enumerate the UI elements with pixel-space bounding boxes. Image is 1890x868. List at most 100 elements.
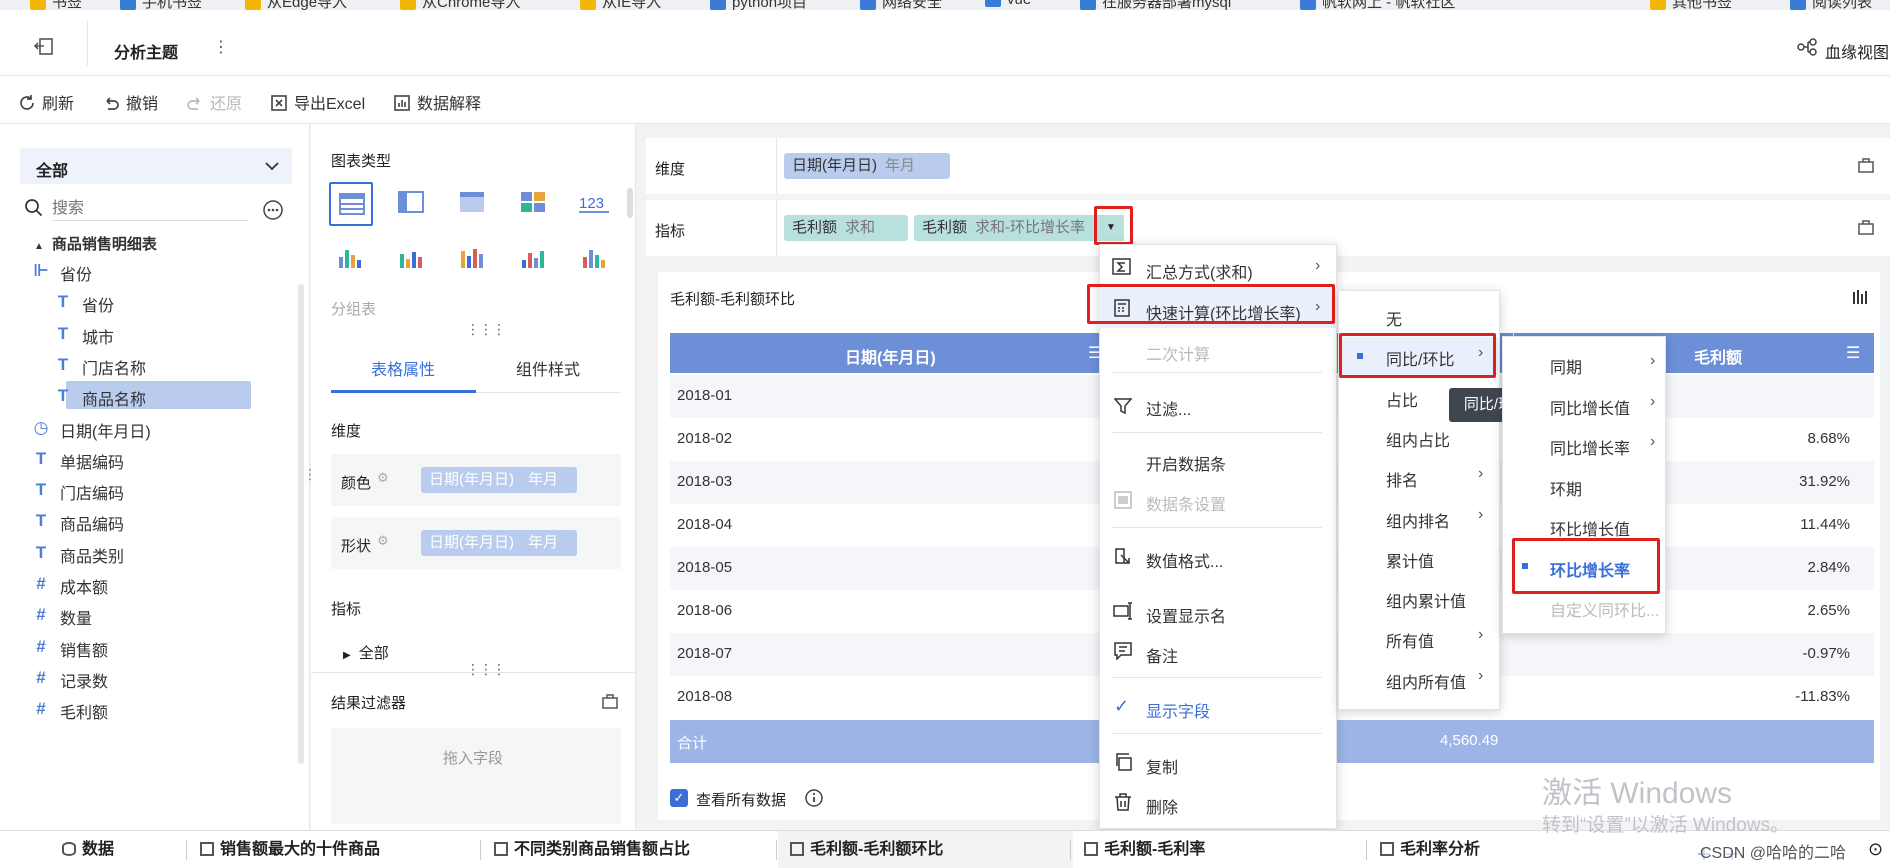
bookmark-item[interactable]: 在服务器部署mysql — [1080, 0, 1231, 10]
submenu-item[interactable]: 环期 — [1550, 476, 1582, 500]
menu-note[interactable]: 备注 — [1146, 643, 1178, 667]
metric-settings-icon[interactable] — [1857, 218, 1875, 236]
chart-type-icon[interactable] — [1851, 288, 1869, 306]
sheet-tab[interactable]: 销售额最大的十件商品 — [200, 832, 380, 868]
info-icon[interactable] — [804, 788, 824, 808]
bookmark-item[interactable]: vue — [985, 0, 1031, 8]
data-explain-button[interactable]: 数据解释 — [393, 90, 481, 114]
search-input[interactable] — [52, 197, 248, 221]
multi-color-bar-icon[interactable] — [573, 236, 617, 280]
cross-table-icon[interactable] — [390, 182, 434, 226]
scope-select[interactable]: 全部 — [20, 148, 292, 184]
sheet-tab[interactable]: 数据 — [62, 832, 114, 868]
submenu-item[interactable]: 自定义同环比... — [1550, 597, 1659, 621]
chart-type-scrollbar[interactable] — [627, 188, 633, 218]
bookmark-item[interactable]: 阅读列表 — [1790, 0, 1872, 10]
bookmark-item[interactable]: python项目 — [710, 0, 807, 10]
detail-table-icon[interactable] — [451, 182, 495, 226]
table-icon[interactable] — [329, 182, 373, 226]
metrics-all-group[interactable]: ▶ 全部 — [343, 642, 389, 663]
menu-summary[interactable]: 汇总方式(求和) — [1146, 259, 1253, 283]
sort-icon[interactable]: ☰ — [1846, 343, 1860, 363]
number-icon[interactable]: 123 — [573, 182, 617, 226]
menu-show-field[interactable]: 显示字段 — [1146, 698, 1210, 722]
field-item[interactable]: 销售额 — [60, 637, 108, 661]
undo-button[interactable]: 撤销 — [102, 90, 158, 114]
table-name[interactable]: ▲ 商品销售明细表 — [34, 234, 157, 254]
submenu-item[interactable]: 同比增长率 — [1550, 435, 1630, 459]
submenu-item[interactable]: 组内累计值 — [1386, 588, 1466, 612]
bookmark-item[interactable]: 从IE导入 — [580, 0, 661, 10]
menu-delete[interactable]: 删除 — [1146, 794, 1178, 818]
submenu-item[interactable]: 环比增长值 — [1550, 516, 1630, 540]
field-item[interactable]: 单据编码 — [60, 449, 124, 473]
bar-icon[interactable] — [451, 236, 495, 280]
stacked-bar-icon[interactable] — [390, 236, 434, 280]
submenu-item[interactable]: 所有值 — [1386, 628, 1434, 652]
color-field-pill[interactable]: 日期(年月日) 年月 — [421, 467, 577, 493]
field-item[interactable]: 记录数 — [60, 668, 108, 692]
field-item[interactable]: 商品编码 — [60, 511, 124, 535]
field-item[interactable]: 商品类别 — [60, 543, 124, 567]
menu-copy[interactable]: 复制 — [1146, 754, 1178, 778]
submenu-item[interactable]: 累计值 — [1386, 548, 1434, 572]
dimension-settings-icon[interactable] — [1857, 156, 1875, 174]
filter-settings-icon[interactable] — [601, 692, 619, 710]
lineage-view-button[interactable]: 血缘视图 — [1825, 39, 1889, 63]
drag-handle[interactable]: ⋮⋮⋮ — [466, 661, 506, 678]
field-item[interactable]: 省份 — [60, 261, 92, 285]
export-excel-button[interactable]: 导出Excel — [270, 90, 365, 114]
dimension-pill[interactable]: 日期(年月日) 年月 — [784, 153, 950, 179]
field-item[interactable]: 日期(年月日) — [60, 418, 151, 442]
sheet-tab[interactable]: 毛利率分析 — [1380, 832, 1480, 868]
field-item[interactable]: 数量 — [60, 605, 92, 629]
field-item[interactable]: 成本额 — [60, 574, 108, 598]
more-icon[interactable]: ⊙ — [1868, 839, 1883, 860]
exit-icon[interactable] — [34, 38, 54, 56]
menu-filter[interactable]: 过滤... — [1146, 396, 1191, 420]
settings-icon[interactable]: ⚙ — [377, 533, 389, 549]
field-item[interactable]: 商品名称 — [82, 386, 146, 410]
view-all-checkbox[interactable]: ✓ — [670, 789, 688, 807]
tab-component-style[interactable]: 组件样式 — [516, 356, 580, 380]
sheet-tab[interactable]: 毛利额-毛利额环比 — [790, 832, 943, 868]
tab-table-props[interactable]: 表格属性 — [371, 356, 435, 380]
field-item[interactable]: 省份 — [82, 292, 114, 316]
submenu-item[interactable]: 组内排名 — [1386, 508, 1450, 532]
menu-databar[interactable]: 开启数据条 — [1146, 451, 1226, 475]
submenu-item[interactable]: 组内所有值 — [1386, 669, 1466, 693]
submenu-item[interactable]: 同比增长值 — [1550, 395, 1630, 419]
map-icon[interactable] — [512, 182, 556, 226]
drag-handle[interactable]: ⋮⋮⋮ — [466, 321, 506, 338]
bookmark-item[interactable]: 手机书签 — [120, 0, 202, 10]
menu-number-format[interactable]: 数值格式... — [1146, 548, 1223, 572]
redo-button[interactable]: 还原 — [186, 90, 242, 114]
bi-bar-icon[interactable] — [512, 236, 556, 280]
field-item[interactable]: 门店名称 — [82, 355, 146, 379]
metric-pill-sum[interactable]: 毛利额 求和 — [784, 215, 908, 241]
submenu-item[interactable]: 同期 — [1550, 354, 1582, 378]
more-options-icon[interactable] — [262, 199, 284, 221]
bookmark-item[interactable]: 书签 — [30, 0, 82, 10]
submenu-item[interactable]: 组内占比 — [1386, 427, 1450, 451]
refresh-button[interactable]: 刷新 — [18, 90, 74, 114]
sheet-tab[interactable]: 不同类别商品销售额占比 — [494, 832, 690, 868]
metric-pill-mom[interactable]: 毛利额 求和-环比增长率 — [914, 215, 1124, 241]
menu-secondary-calc[interactable]: 二次计算 — [1146, 341, 1210, 365]
lineage-icon[interactable] — [1797, 38, 1817, 56]
sheet-tab[interactable]: 毛利额-毛利率 — [1084, 832, 1205, 868]
bookmark-item[interactable]: 从Chrome导入 — [400, 0, 520, 10]
submenu-item[interactable]: 占比 — [1386, 387, 1418, 411]
shape-field-pill[interactable]: 日期(年月日) 年月 — [421, 530, 577, 556]
more-icon[interactable]: ⋮ — [213, 37, 229, 57]
bookmark-item[interactable]: 从Edge导入 — [245, 0, 347, 10]
filter-drop-zone[interactable] — [331, 728, 621, 824]
field-item[interactable]: 门店编码 — [60, 480, 124, 504]
scrollbar[interactable] — [298, 284, 304, 764]
submenu-item[interactable]: 排名 — [1386, 467, 1418, 491]
column-header-metric[interactable]: 毛利额 — [1694, 344, 1742, 368]
column-header-date[interactable]: 日期(年月日) — [845, 344, 936, 368]
grouped-bar-icon[interactable] — [329, 236, 373, 280]
field-item[interactable]: 城市 — [82, 324, 114, 348]
settings-icon[interactable]: ⚙ — [377, 470, 389, 486]
